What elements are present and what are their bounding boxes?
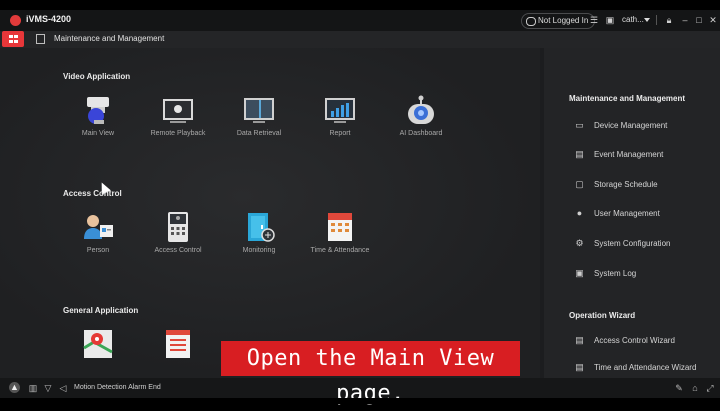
status-message: Motion Detection Alarm End — [74, 384, 161, 391]
pin-icon[interactable]: ✎ — [674, 383, 684, 393]
right-panel: Maintenance and Management ▭ Device Mana… — [544, 48, 720, 378]
module-label: Access Control — [154, 247, 202, 254]
menu-user-management[interactable]: ● User Management — [574, 206, 660, 220]
module-label: Remote Playback — [150, 130, 206, 137]
event-list-icon — [162, 328, 194, 360]
section-title-general: General Application — [63, 306, 139, 315]
nav-tab-title[interactable]: Maintenance and Management — [54, 34, 164, 43]
section-title-video: Video Application — [63, 72, 131, 81]
main-area: Video Application Main View Remote Playb… — [0, 48, 540, 378]
home-grid-button[interactable] — [2, 31, 24, 47]
module-main-view[interactable]: Main View — [58, 94, 138, 137]
module-label: Monitoring — [242, 247, 276, 254]
menu-storage-schedule[interactable]: ▢ Storage Schedule — [574, 177, 658, 191]
alarm-icon[interactable]: ▲ — [9, 382, 20, 393]
playback-icon — [162, 94, 194, 126]
module-data-retrieval[interactable]: Data Retrieval — [219, 94, 299, 137]
letterbox-bottom — [0, 398, 720, 404]
grid-icon — [9, 35, 18, 43]
user-icon: ● — [576, 208, 583, 218]
door-monitor-icon — [243, 211, 275, 243]
speaker-icon[interactable]: ◁ — [58, 383, 68, 393]
menu-label: User Management — [594, 208, 660, 218]
user-name[interactable]: cath... — [622, 15, 644, 24]
storage-icon: ▢ — [575, 179, 584, 189]
module-report[interactable]: Report — [300, 94, 380, 137]
app-logo — [10, 15, 21, 26]
expand-icon[interactable]: ⤢ — [705, 383, 715, 393]
module-time-attendance[interactable]: Time & Attendance — [300, 211, 380, 254]
wizard-icon: ▤ — [575, 362, 584, 372]
menu-label: System Configuration — [594, 238, 671, 248]
maximize-icon[interactable]: □ — [694, 15, 704, 25]
network-icon[interactable]: ⌂ — [690, 383, 700, 393]
module-label: Person — [86, 247, 110, 254]
module-label: AI Dashboard — [399, 130, 443, 137]
module-map[interactable] — [58, 328, 138, 360]
gear-icon: ⚙ — [575, 238, 584, 248]
login-status-label: Not Logged In — [538, 16, 589, 25]
wizard-title: Operation Wizard — [569, 311, 636, 320]
image-icon[interactable]: ▣ — [605, 15, 615, 25]
person-icon — [82, 211, 114, 243]
menu-label: Time and Attendance Wizard — [594, 362, 697, 372]
title-divider — [656, 15, 657, 25]
calendar-icon — [324, 211, 356, 243]
camera-icon — [82, 94, 114, 126]
event-icon: ▤ — [575, 149, 584, 159]
device-icon: ▭ — [575, 120, 584, 130]
menu-event-management[interactable]: ▤ Event Management — [574, 147, 663, 161]
menu-time-attendance-wizard[interactable]: ▤ Time and Attendance Wizard — [574, 360, 696, 374]
lock-icon[interactable]: 🔒︎ — [664, 15, 674, 25]
module-label: Main View — [81, 130, 115, 137]
app-title: iVMS-4200 — [26, 14, 72, 24]
menu-device-management[interactable]: ▭ Device Management — [574, 118, 667, 132]
module-ai-dashboard[interactable]: AI Dashboard — [381, 94, 461, 137]
list-icon[interactable]: ☰ — [589, 15, 599, 25]
nav-bar: Maintenance and Management — [0, 31, 720, 48]
module-label: Report — [329, 130, 351, 137]
menu-system-configuration[interactable]: ⚙ System Configuration — [574, 236, 670, 250]
cloud-icon — [526, 17, 536, 26]
module-monitoring[interactable]: Monitoring — [219, 211, 299, 254]
menu-system-log[interactable]: ▣ System Log — [574, 266, 636, 280]
wizard-icon: ▤ — [575, 335, 584, 345]
letterbox-top — [0, 0, 720, 10]
section-title-access: Access Control — [63, 189, 122, 198]
access-terminal-icon — [162, 211, 194, 243]
report-chart-icon — [324, 94, 356, 126]
menu-label: System Log — [594, 268, 637, 278]
menu-label: Event Management — [594, 149, 664, 159]
tutorial-caption: Open the Main View page. — [221, 341, 520, 406]
menu-label: Device Management — [594, 120, 668, 130]
menu-label: Storage Schedule — [594, 179, 658, 189]
chevron-down-icon[interactable] — [644, 18, 650, 22]
app-window: iVMS-4200 Not Logged In ☰ ▣ cath... 🔒︎ –… — [0, 10, 720, 406]
page-icon — [36, 34, 45, 44]
module-label: Data Retrieval — [236, 130, 282, 137]
minimize-icon[interactable]: – — [680, 15, 690, 25]
monitor-icon — [243, 94, 275, 126]
robot-icon — [405, 94, 437, 126]
maintenance-title: Maintenance and Management — [569, 94, 686, 103]
map-icon — [82, 328, 114, 360]
log-icon: ▣ — [575, 268, 584, 278]
close-icon[interactable]: ✕ — [708, 15, 718, 25]
delete-icon[interactable]: ▥ — [28, 383, 38, 393]
module-person[interactable]: Person — [58, 211, 138, 254]
menu-access-control-wizard[interactable]: ▤ Access Control Wizard — [574, 333, 675, 347]
title-bar: iVMS-4200 Not Logged In ☰ ▣ cath... 🔒︎ –… — [0, 10, 720, 31]
module-access-control[interactable]: Access Control — [138, 211, 218, 254]
module-event-list[interactable] — [138, 328, 218, 360]
menu-label: Access Control Wizard — [594, 335, 675, 345]
module-remote-playback[interactable]: Remote Playback — [138, 94, 218, 137]
filter-icon[interactable]: ▽ — [43, 383, 53, 393]
module-label: Time & Attendance — [310, 247, 370, 254]
login-status-button[interactable]: Not Logged In — [521, 13, 596, 29]
